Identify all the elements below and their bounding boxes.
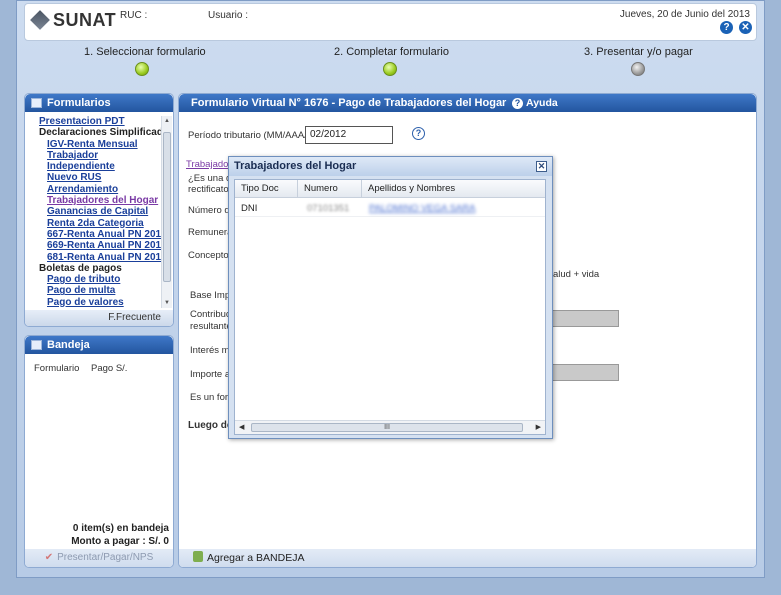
luego-de-label: Luego de xyxy=(188,420,233,431)
col-tipo-doc[interactable]: Tipo Doc xyxy=(235,180,298,198)
contribucion-field xyxy=(551,310,619,327)
group-declaraciones: Declaraciones Simplificadas xyxy=(39,127,163,139)
current-date: Jueves, 20 de Junio del 2013 xyxy=(619,9,750,20)
link-pago-multa[interactable]: Pago de multa xyxy=(39,285,163,296)
step-3-label: 3. Presentar y/o pagar xyxy=(584,46,693,58)
top-header: SUNAT RUC : Usuario : Jueves, 20 de Juni… xyxy=(24,3,757,41)
scroll-down-icon[interactable]: ▼ xyxy=(164,300,170,306)
bandeja-col-pago: Pago S/. xyxy=(91,363,128,374)
trabajadores-dialog: Trabajadores del Hogar ✕ Tipo Doc Numero… xyxy=(228,156,553,439)
formularios-panel: Formularios Presentacion PDT Declaracion… xyxy=(24,93,174,327)
scroll-right-icon[interactable]: ▶ xyxy=(536,423,541,431)
step-1-label: 1. Seleccionar formulario xyxy=(84,46,206,58)
cell-numero: 07101351 xyxy=(307,203,350,214)
bandeja-title: Bandeja xyxy=(47,339,90,351)
link-trabajador[interactable]: Trabajador xyxy=(39,150,163,161)
ayuda-link[interactable]: ? Ayuda xyxy=(512,94,558,112)
bandeja-summary: 0 item(s) en bandeja Monto a pagar : S/.… xyxy=(71,522,169,548)
agregar-label: Agregar a BANDEJA xyxy=(207,552,305,564)
link-681[interactable]: 681-Renta Anual PN 2012 xyxy=(39,252,163,263)
help-icon[interactable]: ? xyxy=(720,21,733,34)
ayuda-label: Ayuda xyxy=(526,97,558,109)
agregar-bandeja-button[interactable]: Agregar a BANDEJA xyxy=(179,549,756,567)
periodo-label: Período tributario (MM/AAAA) xyxy=(188,130,314,141)
scroll-up-icon[interactable]: ▲ xyxy=(164,118,170,124)
group-boletas: Boletas de pagos xyxy=(39,262,122,274)
grid-header: Tipo Doc Numero Apellidos y Nombres xyxy=(235,180,545,198)
formularios-tree: Presentacion PDT Declaraciones Simplific… xyxy=(25,116,163,308)
col-apellidos-nombres[interactable]: Apellidos y Nombres xyxy=(362,180,547,198)
usuario-label: Usuario : xyxy=(208,10,249,21)
periodo-input[interactable]: 02/2012 xyxy=(305,126,393,144)
step-3-indicator xyxy=(631,62,645,76)
hscroll-thumb[interactable]: III xyxy=(251,423,523,432)
frecuente-tab[interactable]: F.Frecuente xyxy=(25,310,173,326)
scroll-left-icon[interactable]: ◀ xyxy=(239,423,244,431)
presentar-pagar-label: Presentar/Pagar/NPS xyxy=(57,552,154,563)
step-1-indicator xyxy=(135,62,149,76)
cell-nombre[interactable]: PALOMINO VEGA SARA xyxy=(363,201,475,217)
periodo-help-icon[interactable]: ? xyxy=(412,127,425,140)
bandeja-icon xyxy=(31,340,42,350)
agregar-icon xyxy=(193,551,203,562)
trabajador-link[interactable]: Trabajador xyxy=(186,159,232,170)
bandeja-col-formulario: Formulario xyxy=(34,363,80,374)
importe-field xyxy=(551,364,619,381)
bandeja-monto: Monto a pagar : S/. 0 xyxy=(71,536,169,547)
formularios-title: Formularios xyxy=(47,97,111,109)
link-ganancias-capital[interactable]: Ganancias de Capital xyxy=(39,206,163,217)
sunat-logo-icon xyxy=(30,10,50,30)
step-2-indicator xyxy=(383,62,397,76)
ayuda-icon: ? xyxy=(512,98,523,109)
bandeja-panel: Bandeja Formulario Pago S/. 0 item(s) en… xyxy=(24,335,174,568)
link-pago-tributo[interactable]: Pago de tributo xyxy=(39,274,163,285)
importe-label: Importe a xyxy=(190,369,231,380)
wizard-steps: 1. Seleccionar formulario 2. Completar f… xyxy=(24,44,757,86)
bandeja-items-count: 0 item(s) en bandeja xyxy=(72,523,169,534)
step-2-label: 2. Completar formulario xyxy=(334,46,449,58)
link-independiente[interactable]: Independiente xyxy=(39,161,163,172)
link-presentacion-pdt[interactable]: Presentacion PDT xyxy=(39,116,163,127)
sunat-logo: SUNAT xyxy=(30,10,117,31)
bandeja-header: Bandeja xyxy=(25,336,173,354)
col-numero[interactable]: Numero xyxy=(298,180,362,198)
link-igv-renta[interactable]: IGV-Renta Mensual xyxy=(39,139,163,150)
grid-hscrollbar[interactable]: ◀ III ▶ xyxy=(235,420,545,434)
dialog-grid: Tipo Doc Numero Apellidos y Nombres DNI … xyxy=(234,179,546,435)
link-669[interactable]: 669-Renta Anual PN 2011 xyxy=(39,240,163,251)
ruc-label: RUC : xyxy=(120,10,148,21)
link-renta-2da[interactable]: Renta 2da Categoria xyxy=(39,218,163,229)
close-session-icon[interactable]: ✕ xyxy=(739,21,752,34)
form-title: Formulario Virtual N° 1676 - Pago de Tra… xyxy=(191,97,507,109)
rectificatoria-label: rectificator xyxy=(188,184,232,195)
formularios-icon xyxy=(31,98,42,108)
link-arrendamiento[interactable]: Arrendamiento xyxy=(39,184,163,195)
link-nuevo-rus[interactable]: Nuevo RUS xyxy=(39,172,163,183)
presentar-pagar-button[interactable]: ✔ Presentar/Pagar/NPS xyxy=(25,549,173,567)
cell-tipo-doc: DNI xyxy=(241,203,258,214)
form-header: Formulario Virtual N° 1676 - Pago de Tra… xyxy=(179,94,756,112)
formularios-scrollbar[interactable]: ▲ ▼ xyxy=(161,116,172,308)
link-pago-valores[interactable]: Pago de valores xyxy=(39,297,163,308)
formularios-header: Formularios xyxy=(25,94,173,112)
resultante-label: resultante xyxy=(190,321,232,332)
salud-vida-label: alud + vida xyxy=(553,269,600,280)
dialog-close-icon[interactable]: ✕ xyxy=(536,161,547,172)
check-icon: ✔ xyxy=(44,552,54,563)
logo-text: SUNAT xyxy=(53,10,117,30)
link-trabajadores-hogar[interactable]: Trabajadores del Hogar xyxy=(39,195,163,206)
dialog-title: Trabajadores del Hogar xyxy=(229,157,552,176)
table-row[interactable]: DNI 07101351 PALOMINO VEGA SARA xyxy=(235,201,545,217)
link-667[interactable]: 667-Renta Anual PN 2010 xyxy=(39,229,163,240)
scroll-thumb[interactable] xyxy=(163,132,171,282)
